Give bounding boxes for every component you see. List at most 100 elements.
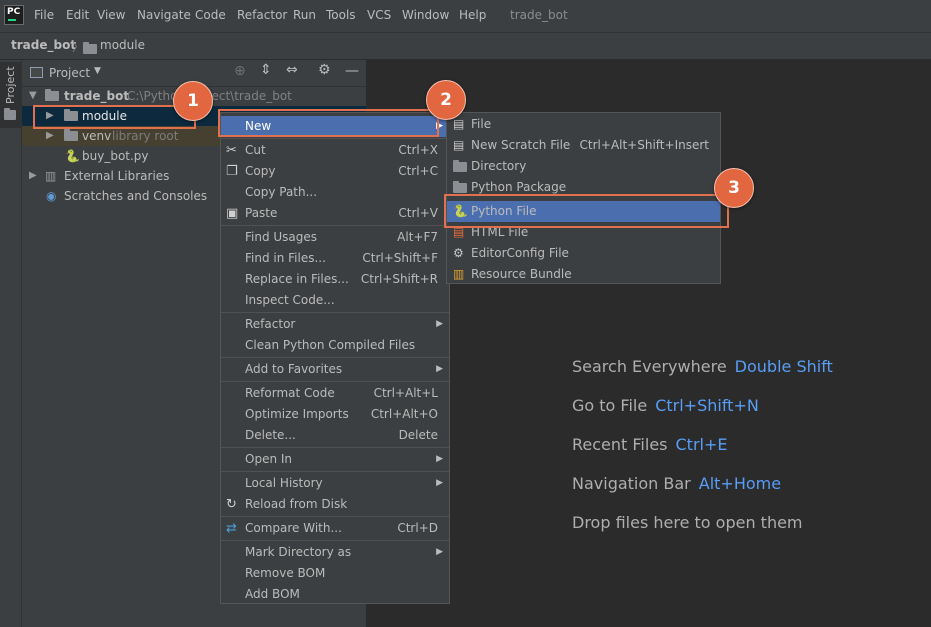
resource-bundle-icon: ▥ [453, 267, 465, 281]
menu-item-label: Mark Directory as [245, 545, 352, 559]
window-title: trade_bot [510, 8, 568, 22]
submenu-item-directory[interactable]: Directory [447, 156, 720, 177]
menu-view[interactable]: View [97, 8, 125, 22]
submenu-item-file[interactable]: ▤ File [447, 114, 720, 135]
expand-all-icon[interactable]: ⇕ [260, 62, 272, 78]
hint-drop-files: Drop files here to open them [572, 513, 803, 532]
scratch-file-icon: ▤ [453, 138, 465, 152]
menu-item-label: Copy Path... [245, 185, 318, 199]
chevron-down-icon[interactable]: ▼ [29, 86, 37, 106]
menu-item-reload-from-disk[interactable]: ↻ Reload from Disk [221, 494, 449, 515]
callout-box-2 [218, 109, 439, 137]
chevron-down-icon[interactable]: ▼ [94, 66, 101, 76]
compare-icon: ⇄ [226, 521, 237, 536]
menu-item-copy-path[interactable]: Copy Path... [221, 182, 449, 203]
menu-help[interactable]: Help [459, 8, 486, 22]
menu-item-label: Compare With... [245, 521, 342, 535]
hint-search-everywhere: Search Everywhere Double Shift [572, 357, 833, 376]
menu-separator [221, 471, 449, 472]
hint-shortcut: Alt+Home [698, 474, 782, 493]
menu-item-compare-with[interactable]: ⇄ Compare With... Ctrl+D [221, 518, 449, 539]
menu-item-shortcut: Ctrl+Shift+F [362, 251, 438, 265]
submenu-item-editorconfig-file[interactable]: ⚙ EditorConfig File [447, 243, 720, 264]
menu-item-paste[interactable]: ▣ Paste Ctrl+V [221, 203, 449, 224]
menu-item-label: Refactor [245, 317, 296, 331]
hint-navigation-bar: Navigation Bar Alt+Home [572, 474, 781, 493]
submenu-item-new-scratch-file[interactable]: ▤ New Scratch File Ctrl+Alt+Shift+Insert [447, 135, 720, 156]
hint-text: Drop files here to open them [572, 513, 803, 532]
project-view-icon [30, 67, 43, 78]
menu-code[interactable]: Code [195, 8, 226, 22]
menu-separator [221, 447, 449, 448]
menu-item-delete[interactable]: Delete... Delete [221, 425, 449, 446]
breadcrumb-folder[interactable]: module [100, 38, 145, 52]
menu-run[interactable]: Run [293, 8, 316, 22]
callout-box-1 [33, 105, 196, 129]
submenu-arrow-icon: ▶ [436, 364, 443, 374]
menu-item-label: Local History [245, 476, 323, 490]
menu-item-optimize-imports[interactable]: Optimize Imports Ctrl+Alt+O [221, 404, 449, 425]
hint-text: Recent Files [572, 435, 668, 454]
menu-item-label: Replace in Files... [245, 272, 349, 286]
tree-item-label: trade_bot [64, 89, 130, 103]
menu-item-shortcut: Ctrl+Alt+L [373, 386, 438, 400]
chevron-right-icon[interactable]: ▶ [29, 166, 37, 186]
breadcrumb-project[interactable]: trade_bot [11, 38, 76, 52]
collapse-all-icon[interactable]: ⇔ [286, 62, 298, 78]
menu-item-label: Add BOM [245, 587, 300, 601]
menu-item-inspect-code[interactable]: Inspect Code... [221, 290, 449, 311]
menu-item-mark-directory-as[interactable]: Mark Directory as ▶ [221, 542, 449, 563]
menu-separator [221, 516, 449, 517]
submenu-item-shortcut: Ctrl+Alt+Shift+Insert [579, 138, 709, 152]
project-tab-folder-icon [4, 108, 16, 120]
menu-separator [221, 225, 449, 226]
menu-item-label: Remove BOM [245, 566, 326, 580]
submenu-item-resource-bundle[interactable]: ▥ Resource Bundle [447, 264, 720, 285]
menu-separator [221, 138, 449, 139]
tree-item-label: buy_bot.py [82, 149, 149, 163]
menu-file[interactable]: File [34, 8, 54, 22]
submenu-item-label: File [471, 117, 492, 131]
clipboard-icon: ▣ [226, 206, 239, 221]
menu-item-clean-python-compiled[interactable]: Clean Python Compiled Files [221, 335, 449, 356]
menu-item-remove-bom[interactable]: Remove BOM [221, 563, 449, 584]
menu-window[interactable]: Window [402, 8, 449, 22]
menu-item-cut[interactable]: ✂ Cut Ctrl+X [221, 140, 449, 161]
menu-item-label: Add to Favorites [245, 362, 343, 376]
menu-refactor[interactable]: Refactor [237, 8, 287, 22]
menu-item-reformat-code[interactable]: Reformat Code Ctrl+Alt+L [221, 383, 449, 404]
folder-icon [64, 129, 78, 141]
menu-item-shortcut: Ctrl+C [398, 164, 438, 178]
menu-item-local-history[interactable]: Local History ▶ [221, 473, 449, 494]
menu-item-open-in[interactable]: Open In ▶ [221, 449, 449, 470]
menu-item-label: Cut [245, 143, 266, 157]
minimize-icon[interactable]: — [345, 63, 359, 79]
menu-item-copy[interactable]: ❐ Copy Ctrl+C [221, 161, 449, 182]
menu-item-add-to-favorites[interactable]: Add to Favorites ▶ [221, 359, 449, 380]
chevron-right-icon[interactable]: ▶ [46, 126, 54, 146]
menu-vcs[interactable]: VCS [367, 8, 391, 22]
gear-icon[interactable]: ⚙ [318, 62, 331, 78]
project-view-title[interactable]: Project [49, 66, 90, 80]
menu-tools[interactable]: Tools [326, 8, 356, 22]
menu-item-add-bom[interactable]: Add BOM [221, 584, 449, 605]
hint-shortcut: Ctrl+E [675, 435, 728, 454]
menu-separator [221, 312, 449, 313]
menu-item-find-in-files[interactable]: Find in Files... Ctrl+Shift+F [221, 248, 449, 269]
locate-icon[interactable]: ⊕ [234, 63, 246, 79]
menu-item-label: Paste [245, 206, 278, 220]
tree-item-label: External Libraries [64, 169, 170, 183]
copy-icon: ❐ [226, 164, 238, 179]
menu-item-find-usages[interactable]: Find Usages Alt+F7 [221, 227, 449, 248]
menu-item-label: Inspect Code... [245, 293, 335, 307]
menu-navigate[interactable]: Navigate [137, 8, 191, 22]
menu-item-replace-in-files[interactable]: Replace in Files... Ctrl+Shift+R [221, 269, 449, 290]
tree-item-label: venv [82, 129, 112, 143]
menu-item-shortcut: Ctrl+X [398, 143, 438, 157]
folder-icon [453, 160, 467, 172]
menu-edit[interactable]: Edit [66, 8, 89, 22]
menu-item-label: Find Usages [245, 230, 318, 244]
menu-item-shortcut: Ctrl+Alt+O [370, 407, 438, 421]
menu-separator [221, 540, 449, 541]
menu-item-refactor[interactable]: Refactor ▶ [221, 314, 449, 335]
